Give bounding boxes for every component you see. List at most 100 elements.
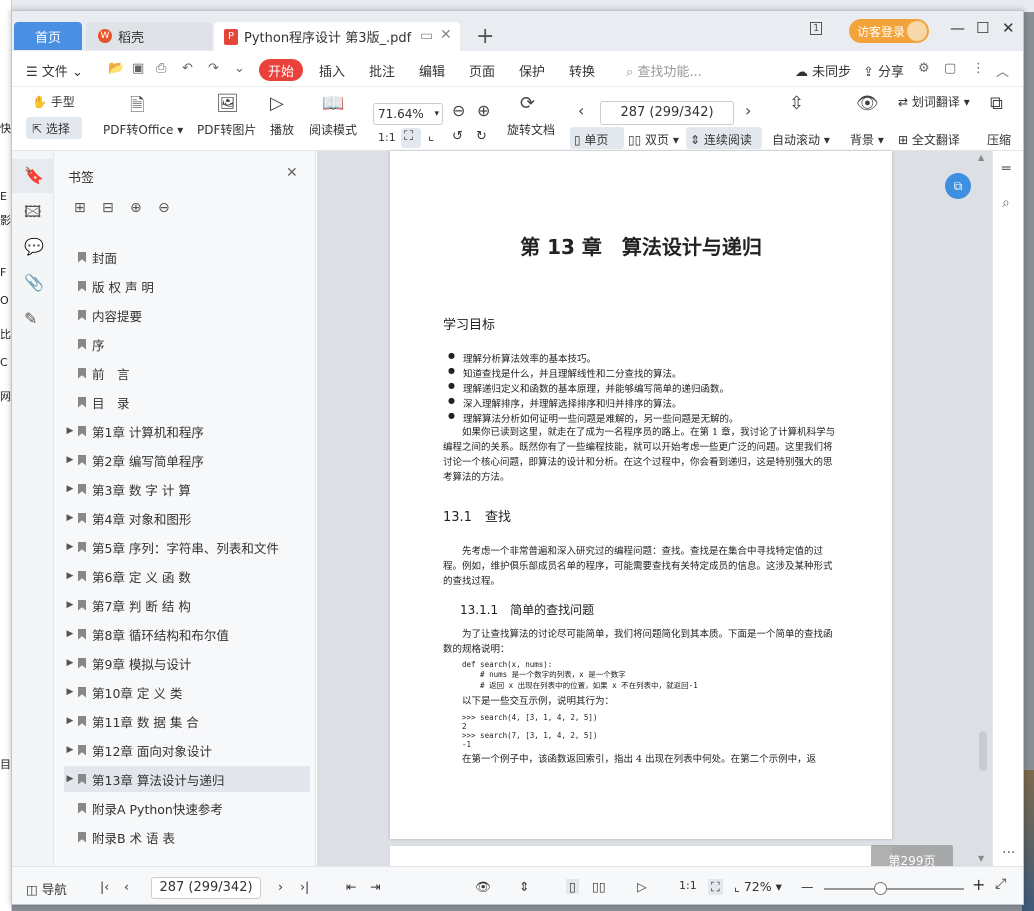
compress-button[interactable]: 压缩 xyxy=(987,131,1011,148)
zoom-slider-knob[interactable] xyxy=(874,882,887,895)
menu-convert[interactable]: 转换 xyxy=(569,61,595,80)
menu-edit[interactable]: 编辑 xyxy=(419,61,445,80)
bookmark-icon[interactable]: 🔖 xyxy=(24,166,44,185)
first-page-icon[interactable]: |‹ xyxy=(100,879,109,894)
more-vertical-icon[interactable]: ⋮ xyxy=(972,61,985,76)
zoom-out-icon[interactable]: ⊖ xyxy=(452,101,465,120)
background-button[interactable]: 背景 ▾ xyxy=(850,131,884,148)
bookmark-item[interactable]: 前 言 xyxy=(64,360,310,386)
collapse-all-icon[interactable]: ⊟ xyxy=(102,200,114,216)
fit-width-icon[interactable]: ⌞ xyxy=(428,129,434,144)
continuous-read-button[interactable]: ⇕ 连续阅读 xyxy=(690,131,752,148)
attachment-icon[interactable]: 📎 xyxy=(24,273,44,292)
save-icon[interactable]: ▣ xyxy=(132,61,144,76)
document-viewport[interactable]: 第 13 章 算法设计与递归 学习目标 理解分析算法效率的基本技巧。 知道查找是… xyxy=(317,151,1023,876)
window-count-icon[interactable]: 1 xyxy=(810,22,823,35)
add-bookmark-icon[interactable]: ⊕ xyxy=(130,200,142,216)
bookmark-item[interactable]: ▶ 第12章 面向对象设计 xyxy=(64,737,310,763)
bookmark-item[interactable]: ▶ 第2章 编写简单程序 xyxy=(64,447,310,473)
menu-page[interactable]: 页面 xyxy=(469,61,495,80)
redo-icon[interactable]: ↷ xyxy=(208,61,219,76)
forward-view-icon[interactable]: ⇥ xyxy=(370,879,380,894)
settings-gear-icon[interactable]: ⚙ xyxy=(918,61,930,76)
expand-arrow-icon[interactable]: ▶ xyxy=(64,571,76,581)
floating-tool-button[interactable]: ⧉ xyxy=(945,173,971,199)
new-tab-button[interactable]: + xyxy=(476,24,494,49)
scroll-up-icon[interactable]: ▲ xyxy=(978,153,984,162)
expand-arrow-icon[interactable]: ▶ xyxy=(64,687,76,697)
expand-arrow-icon[interactable]: ▶ xyxy=(64,513,76,523)
menu-protect[interactable]: 保护 xyxy=(519,61,545,80)
bookmark-item[interactable]: ▶ 第7章 判 断 结 构 xyxy=(64,592,310,618)
undo-icon[interactable]: ↶ xyxy=(182,61,193,76)
comment-panel-icon[interactable]: 💬 xyxy=(24,237,44,256)
expand-all-icon[interactable]: ⊞ xyxy=(74,200,86,216)
signature-icon[interactable]: ✎ xyxy=(24,309,37,328)
bookmark-item[interactable]: ▶ 第9章 模拟与设计 xyxy=(64,650,310,676)
expand-arrow-icon[interactable]: ▶ xyxy=(64,455,76,465)
full-translate-button[interactable]: ⊞ 全文翻译 xyxy=(898,131,960,148)
back-view-icon[interactable]: ⇤ xyxy=(346,879,356,894)
fullscreen-icon[interactable]: ⤢ xyxy=(995,876,1006,892)
bookmark-item[interactable]: 附录B 术 语 表 xyxy=(64,824,310,850)
next-page-status-icon[interactable]: › xyxy=(278,879,283,894)
double-page-status-icon[interactable]: ▯▯ xyxy=(592,879,606,894)
bookmark-item[interactable]: 序 xyxy=(64,331,310,357)
tab-close-icon[interactable]: ✕ xyxy=(440,27,452,43)
bookmark-item[interactable]: ▶ 第3章 数 字 计 算 xyxy=(64,476,310,502)
menu-start[interactable]: 开始 xyxy=(259,59,303,81)
more-options-icon[interactable]: ··· xyxy=(1002,845,1015,861)
bookmark-item[interactable]: ▶ 第13章 算法设计与递归 xyxy=(64,766,310,792)
eye-protect-icon[interactable]: 👁 xyxy=(475,879,491,895)
fit-page-icon[interactable]: ⛶ xyxy=(404,129,413,144)
maximize-icon[interactable]: ☐ xyxy=(976,19,989,37)
bookmark-item[interactable]: ▶ 第6章 定 义 函 数 xyxy=(64,563,310,589)
single-page-button[interactable]: ▯ 单页 xyxy=(574,131,608,148)
expand-arrow-icon[interactable]: ▶ xyxy=(64,658,76,668)
menu-annotate[interactable]: 批注 xyxy=(369,61,395,80)
pdf-to-image-button[interactable]: PDF转图片 xyxy=(197,121,256,138)
scroll-down-icon[interactable]: ▼ xyxy=(978,854,984,863)
share-button[interactable]: ⇪ 分享 xyxy=(863,61,904,80)
word-translate-button[interactable]: ⇄ 划词翻译 ▾ xyxy=(898,93,970,110)
menu-insert[interactable]: 插入 xyxy=(319,61,345,80)
rotate-doc-button[interactable]: 旋转文档 xyxy=(507,121,555,138)
zoom-slider[interactable] xyxy=(824,882,964,895)
comment-icon[interactable]: ▢ xyxy=(944,61,956,76)
bookmark-item[interactable]: ▶ 第8章 循环结构和布尔值 xyxy=(64,621,310,647)
bookmark-item[interactable]: ▶ 第4章 对象和图形 xyxy=(64,505,310,531)
print-icon[interactable]: ⎙ xyxy=(156,61,166,76)
login-button[interactable]: 访客登录 xyxy=(849,19,929,43)
play-status-icon[interactable]: ▷ xyxy=(637,879,647,894)
more-chevron-icon[interactable]: ⌄ xyxy=(234,61,245,76)
vertical-scrollbar[interactable]: ▲ ▼ xyxy=(974,151,990,866)
tab-daoke[interactable]: W 稻壳 xyxy=(86,22,212,50)
close-panel-icon[interactable]: ✕ xyxy=(286,165,298,181)
play-button[interactable]: 播放 xyxy=(270,121,294,138)
bookmark-item[interactable]: ▶ 第11章 数 据 集 合 xyxy=(64,708,310,734)
scrollbar-thumb[interactable] xyxy=(979,731,987,771)
next-page-icon[interactable]: › xyxy=(745,101,751,120)
expand-arrow-icon[interactable]: ▶ xyxy=(64,484,76,494)
navigation-toggle[interactable]: ◫ 导航 xyxy=(26,879,67,898)
auto-scroll-button[interactable]: 自动滚动 ▾ xyxy=(772,131,830,148)
hand-tool[interactable]: ✋ 手型 xyxy=(32,93,75,110)
bookmark-item[interactable]: ▶ 第10章 定 义 类 xyxy=(64,679,310,705)
thumbnail-icon[interactable]: 🖾 xyxy=(24,201,41,228)
rotate-right-icon[interactable]: ↻ xyxy=(476,129,487,144)
expand-arrow-icon[interactable]: ▶ xyxy=(64,426,76,436)
pdf-to-office-button[interactable]: PDF转Office ▾ xyxy=(103,121,183,138)
bookmark-item[interactable]: 附录A Python快速参考 xyxy=(64,795,310,821)
zoom-select[interactable]: 71.64% ▾ xyxy=(373,103,443,125)
tab-pin-icon[interactable]: ▭ xyxy=(420,28,433,44)
page-number-input[interactable]: 287 (299/342) xyxy=(600,101,734,125)
rotate-left-icon[interactable]: ↺ xyxy=(452,129,463,144)
double-page-button[interactable]: ▯▯ 双页 ▾ xyxy=(628,131,679,148)
expand-arrow-icon[interactable]: ▶ xyxy=(64,716,76,726)
bookmark-item[interactable]: ▶ 第1章 计算机和程序 xyxy=(64,418,310,444)
fit-page-status-icon[interactable]: ⛶ xyxy=(708,879,723,895)
last-page-icon[interactable]: ›| xyxy=(300,879,309,894)
zoom-in-icon[interactable]: ⊕ xyxy=(477,101,490,120)
actual-size-status-icon[interactable]: 1:1 xyxy=(679,879,697,892)
expand-arrow-icon[interactable]: ▶ xyxy=(64,629,76,639)
